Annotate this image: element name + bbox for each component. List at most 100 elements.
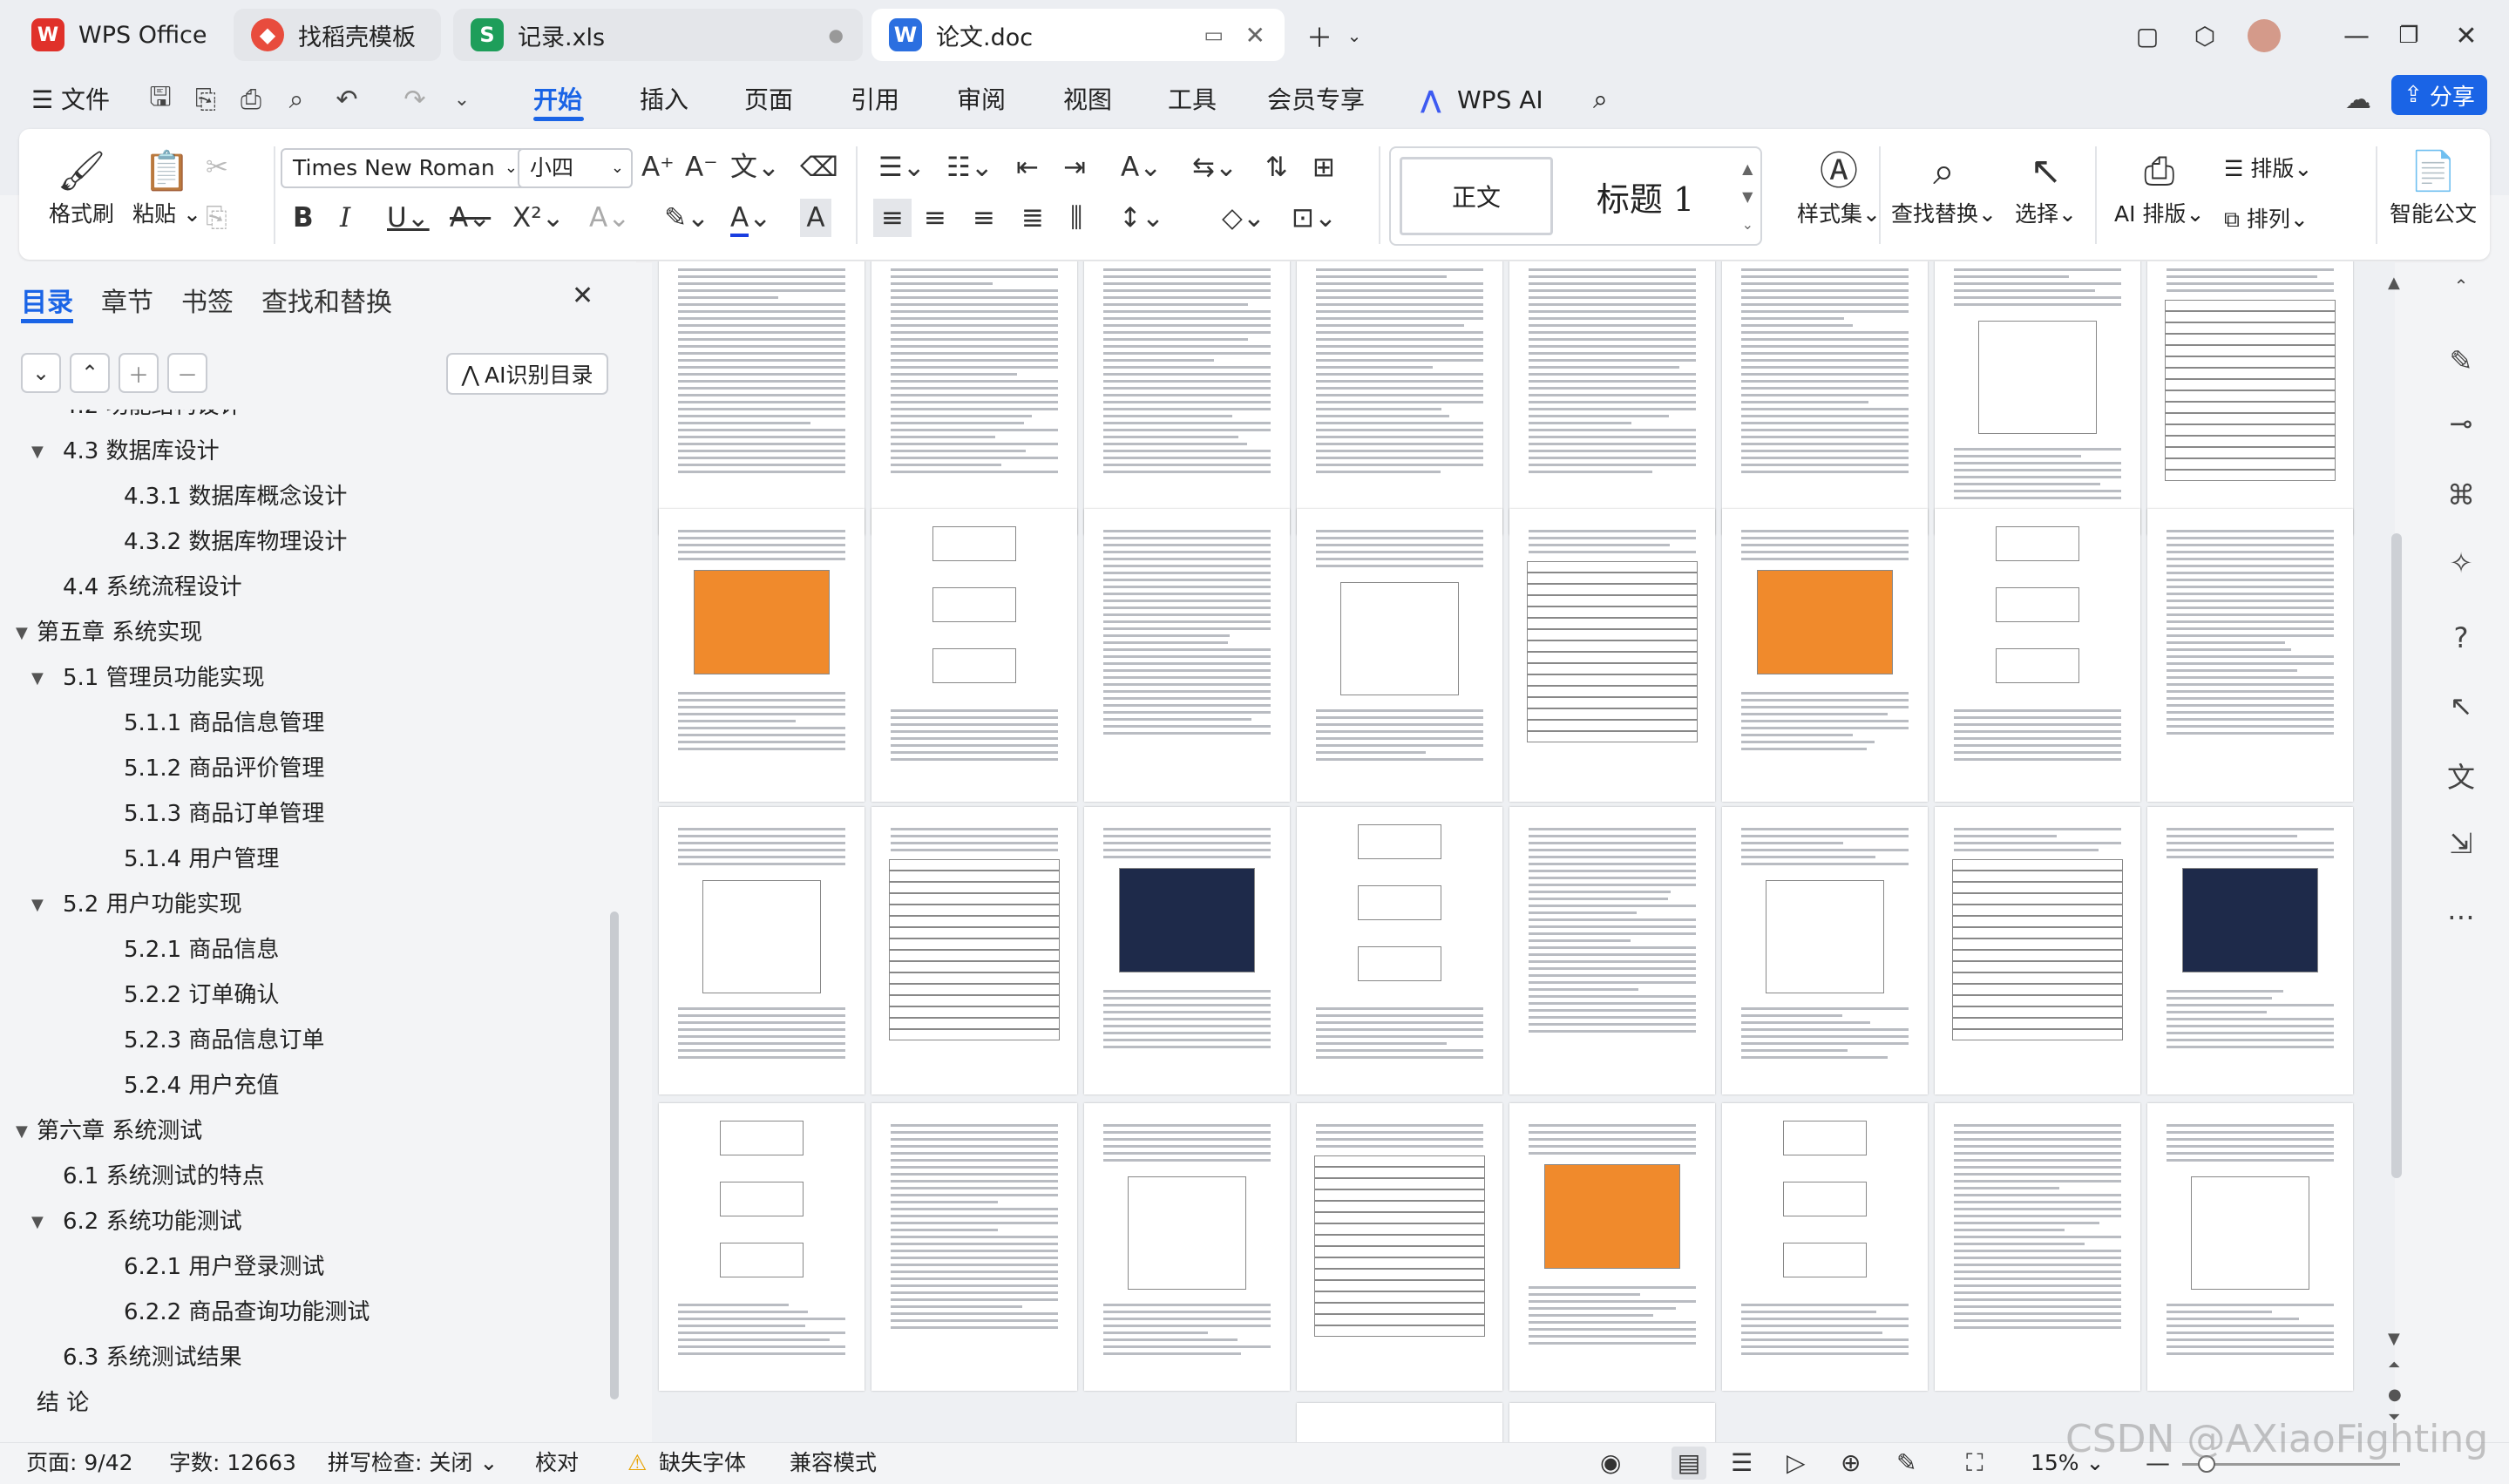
tab-spreadsheet[interactable]: S 记录.xls ● [453, 9, 863, 61]
borders-icon[interactable]: ⊡⌄ [1292, 199, 1337, 237]
toc-item[interactable]: 4.4 系统流程设计 [63, 570, 242, 605]
page-thumbnail[interactable] [1935, 1103, 2140, 1391]
strikethrough-icon[interactable]: A⌄ [450, 199, 491, 237]
reading-mode-icon[interactable]: ▷ [1787, 1447, 1806, 1480]
highlight-icon[interactable]: ✎⌄ [664, 199, 709, 237]
close-panel-icon[interactable]: ✕ [572, 281, 593, 311]
page-thumbnail[interactable] [2147, 1103, 2353, 1391]
restore-icon[interactable]: ❐ [2388, 16, 2430, 56]
more-icon[interactable]: ⋯ [2440, 896, 2482, 938]
shrink-font-icon[interactable]: A⁻ [685, 148, 718, 186]
page-thumbnail[interactable] [1935, 261, 2140, 535]
page-thumbnail[interactable] [1935, 509, 2140, 802]
show-marks-icon[interactable]: ⊞ [1312, 148, 1335, 186]
outline-view-icon[interactable]: ☰ [1731, 1447, 1753, 1480]
clear-format-icon[interactable]: ⌫ [800, 148, 838, 186]
eye-protection-icon[interactable]: ◉ [1600, 1447, 1621, 1480]
toc-item[interactable]: 5.2.4 用户充值 [124, 1068, 279, 1103]
align-left-icon[interactable]: ≡ [873, 199, 912, 237]
page-thumbnail[interactable] [1509, 807, 1715, 1094]
toc-item[interactable]: 6.1 系统测试的特点 [63, 1159, 265, 1194]
menu-tools[interactable]: 工具 [1168, 84, 1217, 117]
page-thumbnail[interactable] [659, 807, 865, 1094]
menu-review[interactable]: 审阅 [957, 84, 1006, 117]
page-thumbnail[interactable] [659, 1103, 865, 1391]
toc-item[interactable]: 5.2.3 商品信息订单 [124, 1023, 324, 1058]
toc-toggle-icon[interactable]: ▼ [31, 1213, 44, 1231]
page-thumbnail[interactable] [1509, 509, 1715, 802]
superscript-icon[interactable]: X²⌄ [512, 199, 565, 237]
underline-icon[interactable]: U⌄ [387, 199, 430, 237]
char-shading-icon[interactable]: A [800, 199, 831, 237]
missing-font[interactable]: 缺失字体 [659, 1448, 746, 1478]
spell-check[interactable]: 拼写检查: 关闭 ⌄ [328, 1448, 498, 1478]
avatar[interactable] [2243, 16, 2285, 56]
justify-icon[interactable]: ≣ [1021, 199, 1044, 237]
save-icon[interactable]: 🖫 [141, 80, 180, 119]
minimize-icon[interactable]: — [2336, 16, 2377, 56]
translate-icon[interactable]: 文 [2440, 755, 2482, 796]
sidebar-collapse-icon[interactable]: ⌃ [2440, 265, 2482, 307]
ai-toc-button[interactable]: ⋀ AI识别目录 [446, 353, 608, 395]
screen-icon[interactable]: ▭ [1204, 23, 1224, 47]
increase-indent-icon[interactable]: ⇥ [1063, 148, 1086, 186]
toc-toggle-icon[interactable]: ▼ [31, 669, 44, 688]
page-view-icon[interactable]: ▤ [1672, 1447, 1706, 1480]
toc-scrollbar[interactable] [610, 911, 619, 1399]
page-thumbnail[interactable] [1935, 807, 2140, 1094]
page-thumbnail[interactable] [1084, 261, 1290, 535]
toc-item[interactable]: 5.2.2 订单确认 [124, 978, 279, 1013]
print-icon[interactable]: ⎙ [232, 80, 270, 119]
phonetic-guide-icon[interactable]: 文⌄ [730, 148, 780, 186]
fit-page-icon[interactable]: ⛶ [1966, 1447, 1983, 1480]
page-thumbnail[interactable] [2147, 509, 2353, 802]
web-view-icon[interactable]: ⊕ [1841, 1447, 1861, 1480]
page-thumbnail[interactable] [1297, 261, 1502, 535]
help-icon[interactable]: ? [2440, 617, 2482, 659]
close-window-icon[interactable]: ✕ [2445, 16, 2487, 56]
page-thumbnail[interactable] [1297, 1403, 1502, 1442]
toc-item[interactable]: 6.3 系统测试结果 [63, 1340, 242, 1375]
nav-tab-toc[interactable]: 目录 [21, 281, 73, 319]
style-scroll-icon[interactable]: ▲ ▼ ⌄ [1742, 155, 1753, 239]
style-set-button[interactable]: Ⓐ 样式集⌄ [1797, 146, 1881, 228]
toc-item[interactable]: 4.3.2 数据库物理设计 [124, 525, 347, 559]
page-thumbnail[interactable] [871, 509, 1077, 802]
find-replace-button[interactable]: ⌕ 查找替换⌄ [1891, 146, 1997, 228]
toc-item[interactable]: 第六章 系统测试 [37, 1114, 202, 1149]
bold-icon[interactable]: B [293, 199, 314, 237]
toc-toggle-icon[interactable]: ▼ [31, 443, 44, 461]
format-painter-button[interactable]: 🖌 格式刷 [49, 146, 114, 228]
toc-item[interactable]: 5.1.4 用户管理 [124, 842, 279, 877]
close-tab-icon[interactable]: ✕ [1245, 21, 1265, 50]
cube-icon[interactable]: ⬡ [2184, 16, 2226, 56]
scroll-up-icon[interactable]: ▲ [2388, 274, 2400, 292]
select-button[interactable]: ↖ 选择⌄ [2015, 146, 2077, 228]
layout-button[interactable]: ☰ 排版⌄ [2224, 150, 2312, 188]
remove-heading-icon[interactable]: － [167, 353, 207, 393]
cut-icon[interactable]: ✂ [206, 148, 228, 186]
prev-page-icon[interactable]: ⏶ [2388, 1356, 2400, 1374]
page-thumbnail[interactable] [659, 509, 865, 802]
italic-icon[interactable]: I [340, 199, 350, 237]
toc-item[interactable]: 5.1.2 商品评价管理 [124, 751, 324, 786]
window-layout-icon[interactable]: ▢ [2126, 16, 2168, 56]
menu-references[interactable]: 引用 [851, 84, 899, 117]
tab-template[interactable]: ◆ 找稻壳模板 [234, 9, 441, 61]
line-spacing-icon[interactable]: ↕⌄ [1119, 199, 1164, 237]
page-indicator[interactable]: 页面: 9/42 [26, 1448, 133, 1478]
scroll-down-icon[interactable]: ▼ [2388, 1330, 2400, 1348]
align-right-icon[interactable]: ≡ [973, 199, 995, 237]
page-thumbnail[interactable] [871, 261, 1077, 535]
smart-doc-button[interactable]: 📄 智能公文 [2390, 146, 2477, 228]
decrease-indent-icon[interactable]: ⇤ [1016, 148, 1039, 186]
page-thumbnail[interactable] [1084, 509, 1290, 802]
toc-item[interactable]: 5.1.3 商品订单管理 [124, 796, 324, 831]
expand-up-icon[interactable]: ⌃ [70, 353, 110, 393]
tab-document-active[interactable]: W 论文.doc ▭ ✕ [871, 9, 1285, 61]
write-mode-icon[interactable]: ✎ [1896, 1447, 1916, 1480]
bullet-list-icon[interactable]: ☰⌄ [878, 148, 926, 186]
redo-icon[interactable]: ↷ [396, 80, 434, 119]
font-color-icon[interactable]: A⌄ [730, 199, 771, 237]
sort-icon[interactable]: ⇅ [1265, 148, 1288, 186]
